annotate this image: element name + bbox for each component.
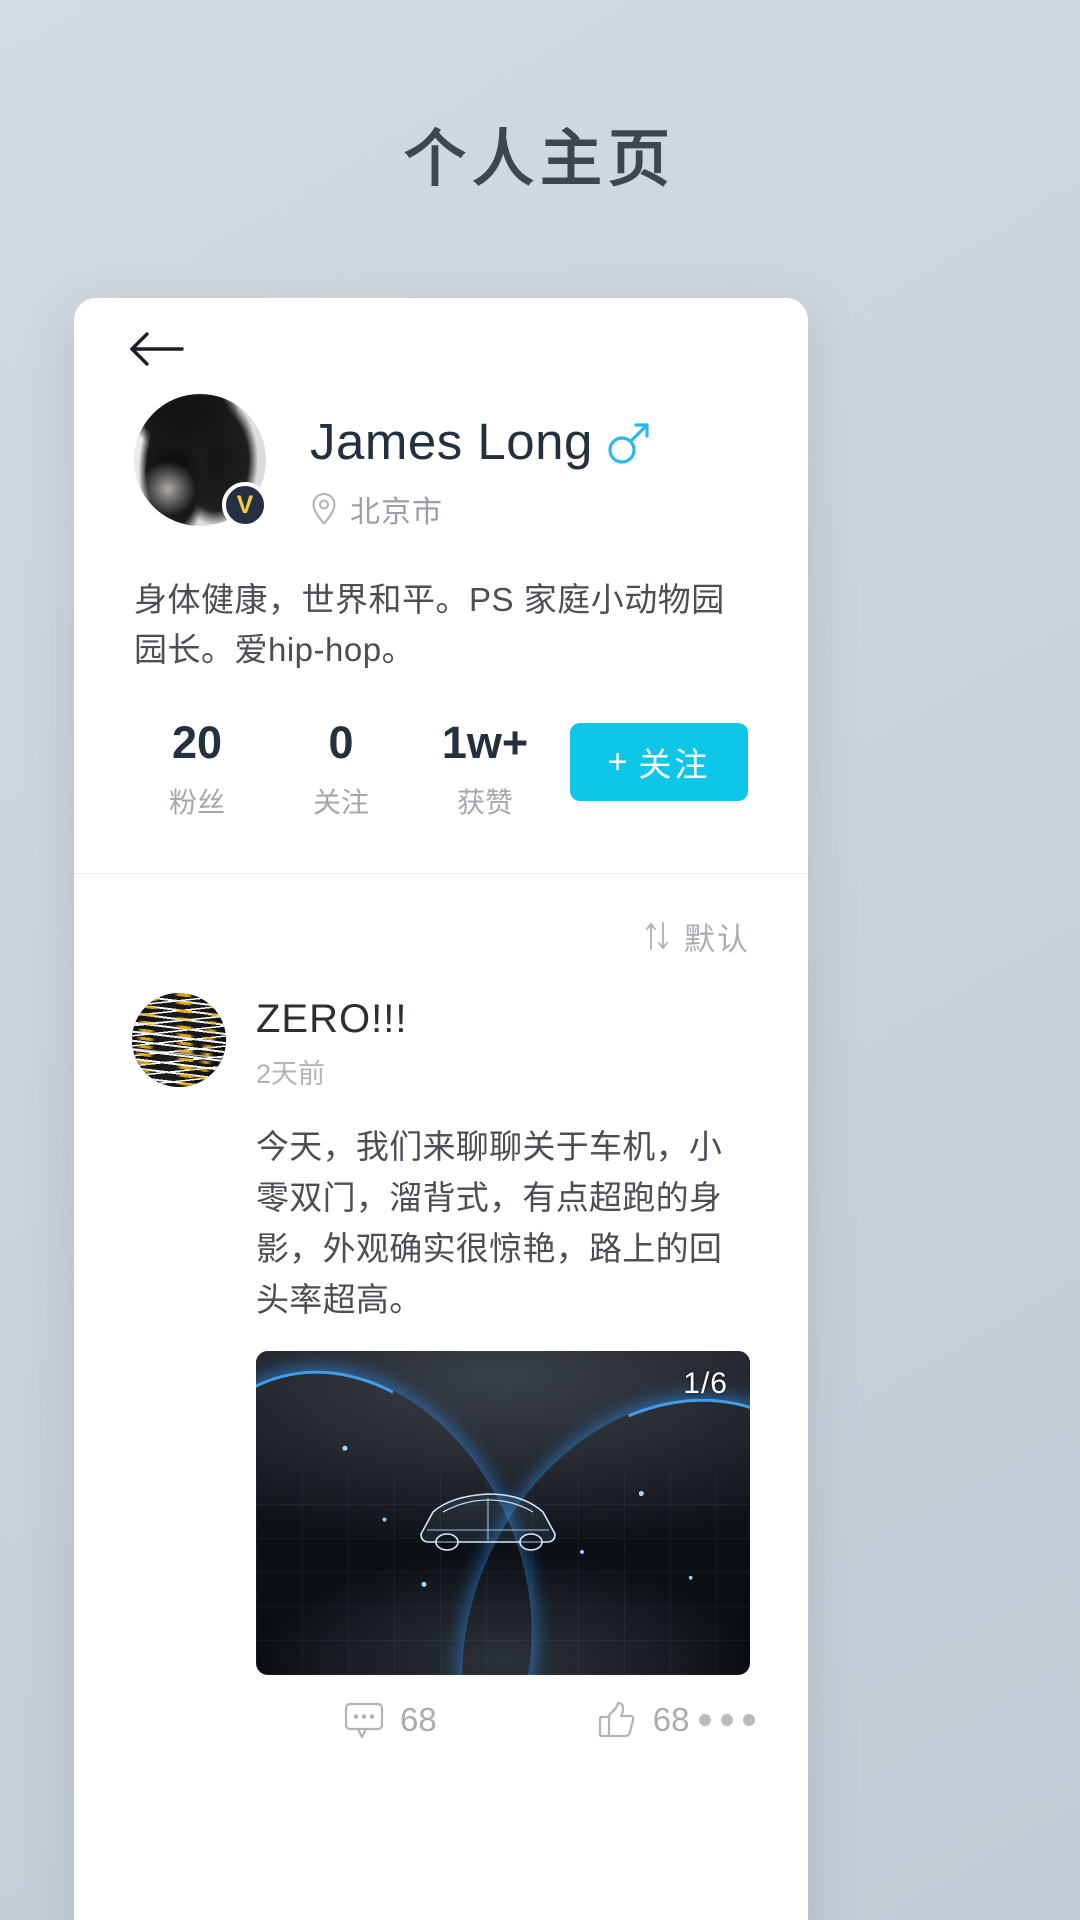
location-text: 北京市 [350,496,443,529]
plus-icon: + [607,742,631,781]
avatar[interactable]: V [134,394,268,528]
arrow-left-icon[interactable] [130,332,184,366]
sort-updown-icon [644,921,670,951]
post-header: ZERO!!! 2天前 [132,992,750,1091]
sort-control[interactable]: 默认 [74,874,808,993]
name-row: James Long [310,412,649,471]
stat-value: 0 [328,717,354,769]
feed-section: 默认 ZERO!!! 2天前 今天，我们来聊聊关于车机，小零双门，溜背式，有点超… [74,873,808,1740]
male-symbol-icon [607,419,649,465]
follow-button-label: 关注 [638,746,711,784]
location-pin-icon [310,492,338,526]
profile-identity: V James Long 北京市 [134,394,748,531]
profile-section: V James Long 北京市 身体健康，世界和平。PS 家庭小动物园园长。爱… [74,394,808,873]
profile-stats: 20 粉丝 0 关注 1w+ 获赞 + 关注 [134,719,748,872]
stat-label: 获赞 [456,786,513,818]
profile-bio: 身体健康，世界和平。PS 家庭小动物园园长。爱hip-hop。 [134,581,725,669]
post-media-image [256,1351,750,1676]
comment-button[interactable]: 68 [344,1701,437,1739]
post-meta: ZERO!!! 2天前 [256,993,407,1091]
thumbs-up-icon [597,1701,637,1739]
post-author-name[interactable]: ZERO!!! [256,997,407,1042]
post-timestamp: 2天前 [256,1058,326,1089]
page-title: 个人主页 [403,125,676,194]
post-actions: 68 68 [256,1675,756,1739]
verified-badge: V [222,482,268,528]
post-media[interactable]: 1/6 [256,1351,750,1676]
comment-count: 68 [400,1701,437,1739]
stat-followers[interactable]: 20 粉丝 [134,719,260,820]
stat-label: 关注 [312,786,369,818]
stat-likes[interactable]: 1w+ 获赞 [422,719,548,820]
follow-button[interactable]: + 关注 [570,723,748,802]
comment-bubble-icon [344,1701,384,1739]
identity-text: James Long 北京市 [310,394,649,531]
media-counter: 1/6 [683,1367,728,1401]
profile-card: V James Long 北京市 身体健康，世界和平。PS 家庭小动物园园长。爱… [74,298,808,1920]
like-button[interactable]: 68 [597,1701,690,1739]
post-author-avatar[interactable] [132,992,226,1087]
stat-value: 20 [171,717,223,769]
sort-label: 默认 [684,921,750,957]
location-row: 北京市 [310,487,649,531]
like-count: 68 [652,1701,690,1739]
post-text: 今天，我们来聊聊关于车机，小零双门，溜背式，有点超跑的身影，外观确实很惊艳，路上… [256,1127,723,1318]
stat-following[interactable]: 0 关注 [278,719,404,820]
card-topbar [74,298,808,394]
stat-label: 粉丝 [168,786,225,818]
stat-value: 1w+ [441,717,529,769]
car-illustration [420,1492,556,1551]
feed-post: ZERO!!! 2天前 今天，我们来聊聊关于车机，小零双门，溜背式，有点超跑的身… [74,992,808,1740]
more-dots-icon[interactable] [689,1714,756,1727]
user-name: James Long [310,413,593,470]
